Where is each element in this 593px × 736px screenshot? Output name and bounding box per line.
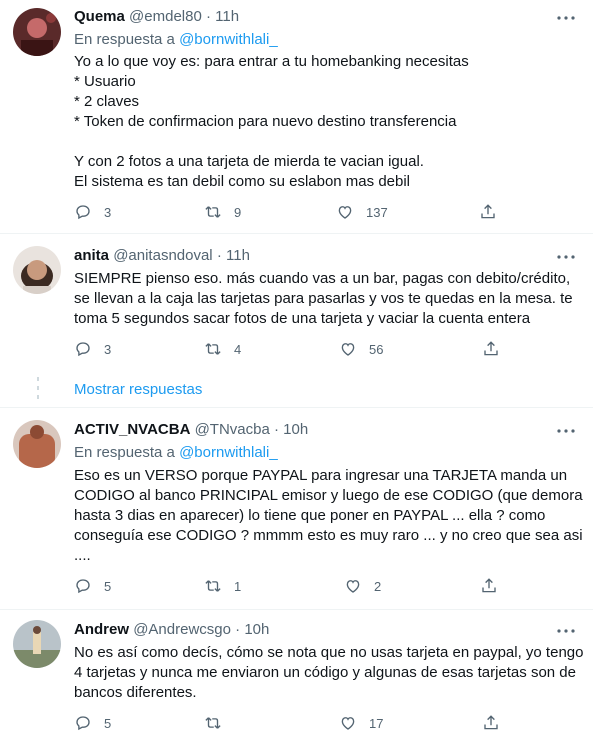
- retweet-button[interactable]: 4: [204, 340, 241, 358]
- retweet-count: 1: [234, 578, 242, 594]
- show-replies-link[interactable]: Mostrar respuestas: [74, 381, 202, 398]
- more-icon[interactable]: [557, 622, 575, 640]
- share-icon: [482, 578, 496, 593]
- tweet-andrew[interactable]: Andrew @Andrewcsgo · 10h No es así como …: [0, 610, 593, 736]
- like-count: 137: [366, 204, 388, 220]
- avatar[interactable]: [13, 246, 61, 294]
- reply-icon: [76, 716, 90, 731]
- reply-button[interactable]: 3: [74, 340, 111, 358]
- retweet-icon: [205, 580, 221, 592]
- display-name[interactable]: Quema: [74, 8, 125, 25]
- display-name[interactable]: ACTIV_NVACBA: [74, 421, 190, 438]
- handle[interactable]: @anitasndoval: [113, 247, 212, 264]
- reply-count: 3: [104, 204, 112, 220]
- retweet-icon: [205, 717, 221, 729]
- separator: ·: [216, 247, 222, 264]
- action-bar: 5 1 2: [74, 577, 504, 599]
- thread-dots: [37, 377, 39, 404]
- share-button[interactable]: [480, 577, 498, 595]
- retweet-icon: [205, 343, 221, 355]
- reply-button[interactable]: 5: [74, 577, 111, 595]
- like-icon: [338, 206, 352, 219]
- share-button[interactable]: [482, 714, 500, 732]
- handle[interactable]: @emdel80: [129, 8, 202, 25]
- avatar[interactable]: [13, 620, 61, 668]
- like-count: 17: [369, 715, 384, 731]
- tweet-anita[interactable]: anita @anitasndoval · 11h SIEMPRE pienso…: [0, 234, 593, 408]
- timestamp[interactable]: 10h: [283, 421, 308, 438]
- display-name[interactable]: Andrew: [74, 621, 129, 638]
- retweet-button[interactable]: 1: [204, 577, 241, 595]
- tweet-text: Yo a lo que voy es: para entrar a tu hom…: [74, 53, 469, 190]
- like-icon: [346, 580, 360, 593]
- share-button[interactable]: [479, 203, 497, 221]
- avatar[interactable]: [13, 420, 61, 468]
- action-bar: 3 4 56: [74, 340, 504, 362]
- action-bar: 5 17: [74, 714, 504, 736]
- tweet-text: SIEMPRE pienso eso. más cuando vas a un …: [74, 270, 573, 327]
- handle[interactable]: @Andrewcsgo: [133, 621, 231, 638]
- retweet-count: 9: [234, 204, 242, 220]
- reply-count: 3: [104, 341, 112, 357]
- timestamp[interactable]: 10h: [244, 621, 269, 638]
- display-name[interactable]: anita: [74, 247, 109, 264]
- reply-icon: [76, 579, 90, 594]
- share-icon: [484, 341, 498, 356]
- like-button[interactable]: 17: [339, 714, 383, 732]
- more-icon[interactable]: [557, 9, 575, 27]
- mention-link[interactable]: @bornwithlali_: [179, 444, 278, 461]
- tweet-text: No es así como decís, cómo se nota que n…: [74, 644, 584, 701]
- reply-context: En respuesta a @bornwithlali_: [74, 31, 278, 48]
- share-button[interactable]: [482, 340, 500, 358]
- action-bar: 3 9 137: [74, 203, 504, 225]
- share-icon: [481, 204, 495, 219]
- timestamp[interactable]: 11h: [226, 247, 250, 264]
- reply-button[interactable]: 5: [74, 714, 111, 732]
- retweet-count: 4: [234, 341, 242, 357]
- reply-count: 5: [104, 578, 112, 594]
- like-icon: [341, 343, 355, 356]
- retweet-button[interactable]: [204, 714, 234, 732]
- handle[interactable]: @TNvacba: [195, 421, 270, 438]
- timestamp[interactable]: 11h: [215, 8, 239, 25]
- reply-count: 5: [104, 715, 112, 731]
- avatar[interactable]: [13, 8, 61, 56]
- retweet-icon: [205, 206, 221, 218]
- tweet-text: Eso es un VERSO porque PAYPAL para ingre…: [74, 467, 583, 564]
- retweet-button[interactable]: 9: [204, 203, 241, 221]
- like-button[interactable]: 137: [336, 203, 388, 221]
- separator: ·: [205, 8, 211, 25]
- like-count: 56: [369, 341, 384, 357]
- separator: ·: [274, 421, 279, 438]
- more-icon[interactable]: [557, 422, 575, 440]
- tweet-activ[interactable]: ACTIV_NVACBA @TNvacba · 10h En respuesta…: [0, 408, 593, 610]
- reply-button[interactable]: 3: [74, 203, 111, 221]
- reply-icon: [76, 205, 90, 220]
- reply-context: En respuesta a @bornwithlali_: [74, 444, 278, 461]
- like-count: 2: [374, 578, 382, 594]
- reply-icon: [76, 342, 90, 357]
- like-button[interactable]: 2: [344, 577, 381, 595]
- like-button[interactable]: 56: [339, 340, 383, 358]
- separator: ·: [235, 621, 241, 638]
- share-icon: [484, 715, 498, 730]
- like-icon: [341, 717, 355, 730]
- mention-link[interactable]: @bornwithlali_: [179, 31, 278, 48]
- tweet-quema[interactable]: Quema @emdel80 · 11h En respuesta a @bor…: [0, 0, 593, 234]
- more-icon[interactable]: [557, 248, 575, 266]
